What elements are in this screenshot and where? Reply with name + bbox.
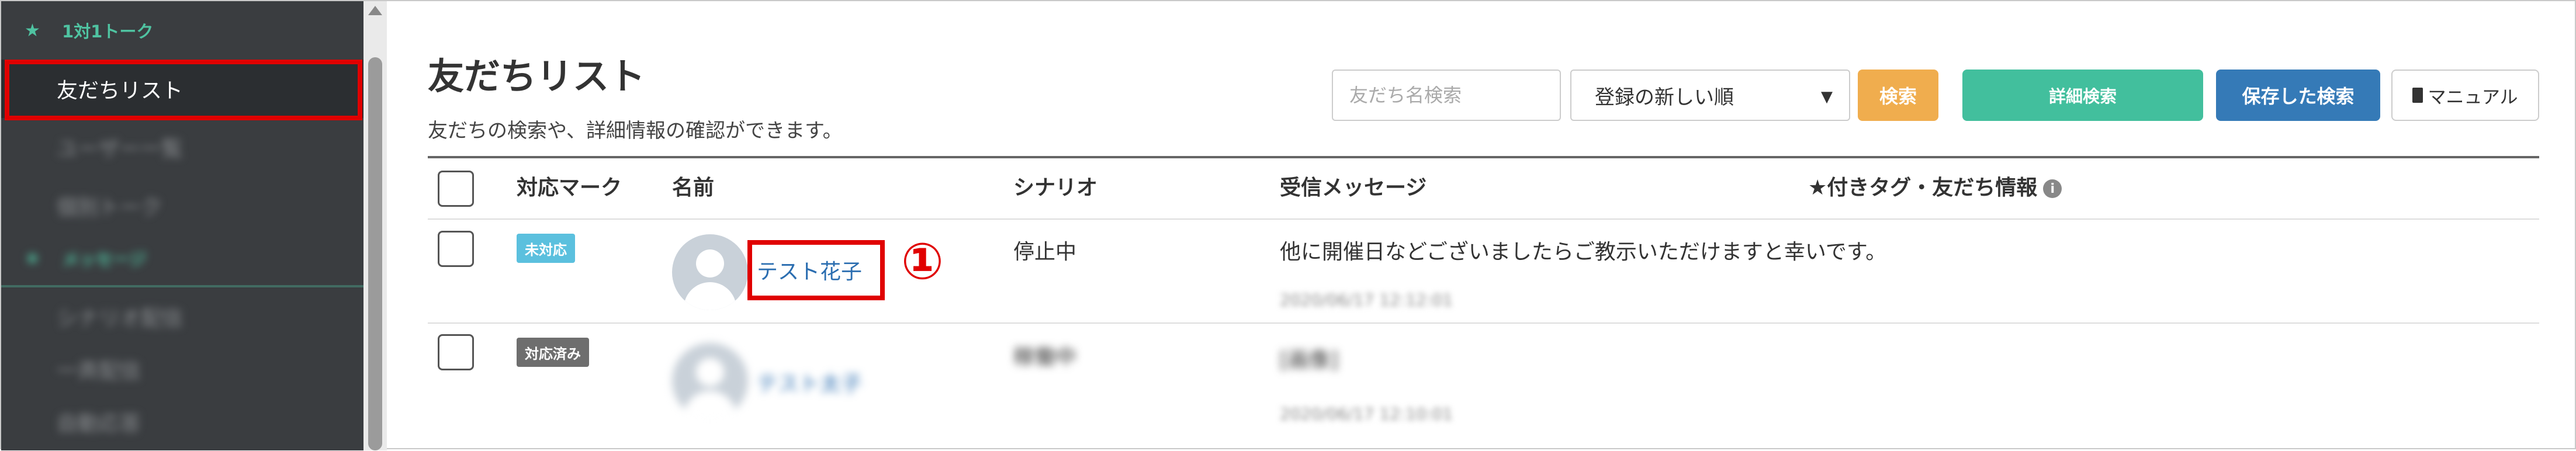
highlight-box-name [747,240,885,300]
message-date: 2020/06/17 12:12:01 [1280,290,1453,310]
sidebar-item-auto-reply[interactable]: 自動応答 [1,393,363,451]
sidebar-item-scenario[interactable]: シナリオ配信 [1,287,363,346]
book-icon [2412,88,2423,103]
sidebar-item-individual-talk[interactable]: 個別トーク [1,176,363,235]
table-top-border [428,156,2539,158]
chevron-down-icon: ▼ [1821,88,1833,106]
status-badge[interactable]: 対応済み [517,338,589,367]
page-description: 友だちの検索や、詳細情報の確認ができます。 [428,119,843,143]
received-message: [画像] [1280,348,1339,372]
info-icon[interactable]: i [2043,179,2062,198]
header-name: 名前 [672,176,715,200]
scrollbar-thumb[interactable] [368,57,382,450]
detail-search-button[interactable]: 詳細検索 [1962,70,2203,121]
scroll-up-icon[interactable] [368,6,382,15]
status-badge[interactable]: 未対応 [517,234,575,263]
avatar[interactable] [672,343,748,419]
friend-name-search-input[interactable] [1332,70,1561,121]
sidebar-section-one-on-one[interactable]: ★ 1対1トーク [1,1,363,60]
highlight-box-sidebar [5,60,362,120]
sidebar-item-label: シナリオ配信 [57,307,183,331]
received-message: 他に開催日などございましたらご教示いただけますと幸いです。 [1280,240,1887,264]
sidebar-item-label: 自動応答 [57,412,141,436]
sidebar-item-label: 個別トーク [57,196,162,220]
friend-name-link[interactable]: テスト太子 [757,367,862,397]
header-scenario: シナリオ [1013,176,1098,200]
page-title: 友だちリスト [428,55,646,98]
sidebar: ★ 1対1トーク 友だちリスト ユーザー一覧 個別トーク ★ メッセージ シナリ… [1,1,363,450]
scenario-status: 稼働中 [1013,345,1077,369]
scenario-status: 停止中 [1013,240,1077,264]
sort-selected-value: 登録の新しい順 [1595,85,1734,109]
sidebar-section-label: 1対1トーク [62,22,154,41]
sidebar-section-label: メッセージ [62,249,147,269]
header-bottom-border [428,218,2539,220]
sidebar-item-label: 一斉配信 [57,359,141,383]
saved-search-button[interactable]: 保存した検索 [2216,70,2380,121]
sidebar-item-broadcast[interactable]: 一斉配信 [1,340,363,398]
header-tags: ★付きタグ・友だち情報 i [1808,171,2062,201]
search-button[interactable]: 検索 [1858,70,1938,121]
sidebar-item-label: ユーザー一覧 [57,137,183,161]
sidebar-item-user-list[interactable]: ユーザー一覧 [1,118,363,176]
sort-order-select[interactable]: 登録の新しい順 ▼ [1570,70,1850,121]
row-checkbox[interactable] [438,231,474,267]
sidebar-scrollbar[interactable] [363,1,387,450]
manual-button[interactable]: マニュアル [2391,70,2539,121]
message-date: 2020/06/17 12:10:01 [1280,404,1453,424]
header-mark: 対応マーク [517,176,622,200]
manual-label: マニュアル [2428,86,2518,108]
star-icon: ★ [25,20,40,41]
row-border [428,322,2539,324]
header-tags-label: ★付きタグ・友だち情報 [1808,176,2038,200]
row-checkbox[interactable] [438,334,474,370]
sidebar-section-message[interactable]: ★ メッセージ [1,229,363,287]
avatar[interactable] [672,234,748,310]
star-icon: ★ [25,248,40,269]
header-message: 受信メッセージ [1280,176,1427,200]
select-all-checkbox[interactable] [438,171,474,207]
annotation-number: ① [901,233,944,291]
